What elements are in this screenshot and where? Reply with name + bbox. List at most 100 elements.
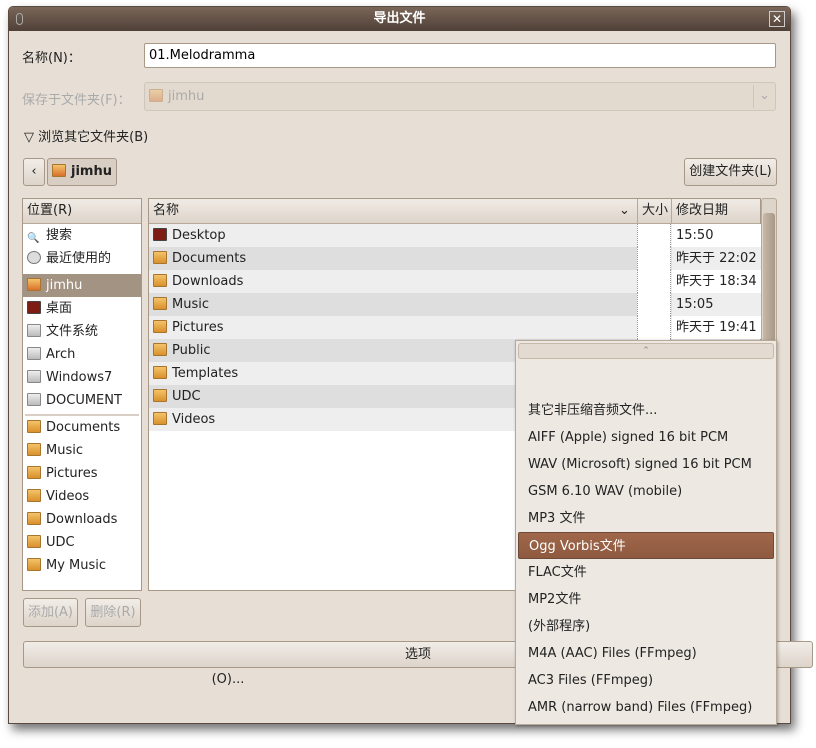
format-menu-item[interactable]: AMR (narrow band) Files (FFmpeg): [518, 694, 774, 721]
file-list-header: 名称 ⌄ 大小 修改日期: [149, 199, 760, 224]
format-menu-item[interactable]: MP2文件: [518, 586, 774, 613]
create-folder-button[interactable]: 创建文件夹(L): [684, 158, 777, 186]
folder-icon: [27, 466, 41, 479]
triangle-down-icon: ▽: [24, 130, 34, 145]
folder-icon: [27, 443, 41, 456]
format-menu-item[interactable]: GSM 6.10 WAV (mobile): [518, 478, 774, 505]
item-label: Arch: [46, 347, 76, 362]
bookmark-item[interactable]: Videos: [23, 485, 141, 508]
browse-label: 浏览其它文件夹(B): [38, 130, 149, 145]
file-modified: 15:05: [672, 293, 762, 316]
window-title: 导出文件: [373, 11, 426, 26]
path-label: jimhu: [71, 164, 112, 179]
drive-icon: [27, 370, 41, 383]
bookmark-item[interactable]: Pictures: [23, 462, 141, 485]
item-label: Pictures: [46, 466, 98, 481]
bookmark-item[interactable]: Music: [23, 439, 141, 462]
column-size[interactable]: 大小: [637, 199, 668, 223]
bookmark-item[interactable]: Documents: [23, 416, 141, 439]
folder-icon: [27, 535, 41, 548]
format-menu-item[interactable]: WAV (Microsoft) signed 16 bit PCM: [518, 451, 774, 478]
folder-icon: [153, 251, 167, 264]
name-label: 名称(N)：: [22, 51, 81, 66]
item-label: Pictures: [172, 320, 224, 335]
file-row[interactable]: Desktop 15:50: [149, 224, 762, 247]
path-button-jimhu[interactable]: jimhu: [47, 158, 117, 186]
file-size: [637, 293, 671, 316]
item-label: Desktop: [172, 228, 226, 243]
format-menu-item[interactable]: MP3 文件: [518, 505, 774, 532]
file-size: [637, 247, 671, 270]
places-item[interactable]: DOCUMENT: [23, 389, 141, 412]
format-menu: ⌃ 其它非压缩音频文件... AIFF (Apple) signed 16 bit…: [515, 340, 777, 725]
file-row[interactable]: Documents 昨天于 22:02: [149, 247, 762, 270]
format-menu-item[interactable]: AIFF (Apple) signed 16 bit PCM: [518, 424, 774, 451]
desktop-icon: [153, 228, 167, 241]
window-menu-icon[interactable]: [16, 13, 23, 25]
folder-icon: [27, 420, 41, 433]
scrollbar-thumb[interactable]: [763, 213, 775, 343]
item-label: Documents: [172, 251, 247, 266]
item-label: Videos: [46, 489, 90, 504]
item-label: Downloads: [46, 512, 118, 527]
format-menu-item[interactable]: Ogg Vorbis文件: [518, 532, 774, 559]
format-menu-item[interactable]: (外部程序): [518, 613, 774, 640]
home-folder-icon: [52, 164, 66, 177]
item-label: Downloads: [172, 274, 244, 289]
item-label: Public: [172, 343, 211, 358]
places-item[interactable]: Windows7: [23, 366, 141, 389]
item-label: UDC: [172, 389, 201, 404]
add-button[interactable]: 添加(A): [23, 598, 78, 627]
file-row[interactable]: Downloads 昨天于 18:34: [149, 270, 762, 293]
remove-button[interactable]: 删除(R): [85, 598, 141, 627]
file-row[interactable]: Pictures 昨天于 19:41: [149, 316, 762, 339]
item-label: 桌面: [46, 301, 73, 316]
item-label: DOCUMENT: [46, 393, 122, 408]
name-input[interactable]: [144, 43, 776, 68]
item-label: Documents: [46, 420, 121, 435]
places-header: 位置(R): [23, 199, 141, 224]
file-size: [637, 224, 671, 247]
places-pane: 位置(R) 🔍 搜索最近使用的 jimhu 桌面文件系统 Arch Windows7 DOC…: [22, 198, 142, 591]
home-folder-icon: [149, 89, 163, 102]
places-item[interactable]: jimhu: [23, 274, 141, 297]
drive-icon: [27, 347, 41, 360]
folder-label: 保存于文件夹(F)：: [22, 93, 131, 108]
drive-icon: [27, 393, 41, 406]
close-button[interactable]: ✕: [769, 11, 785, 27]
drive-icon: [27, 324, 41, 337]
format-menu-item[interactable]: 其它非压缩音频文件...: [518, 397, 774, 424]
desktop-icon: [27, 301, 41, 314]
item-label: 最近使用的: [46, 251, 112, 266]
bookmark-item[interactable]: My Music: [23, 554, 141, 577]
places-item[interactable]: 🔍 搜索: [23, 224, 141, 247]
menu-scroll-up-arrow[interactable]: ⌃: [518, 343, 774, 359]
chevron-left-icon: ‹: [31, 164, 37, 179]
home-folder-icon: [27, 278, 41, 291]
item-label: Templates: [172, 366, 239, 381]
clock-icon: [27, 251, 41, 264]
file-row[interactable]: Music 15:05: [149, 293, 762, 316]
places-item[interactable]: 桌面: [23, 297, 141, 320]
file-size: [637, 316, 671, 339]
item-label: Windows7: [46, 370, 113, 385]
column-modified[interactable]: 修改日期: [671, 199, 728, 223]
places-item[interactable]: 最近使用的: [23, 247, 141, 270]
folder-icon: [153, 274, 167, 287]
format-menu-item[interactable]: FLAC文件: [518, 559, 774, 586]
folder-combo[interactable]: jimhu ⌄: [144, 82, 776, 111]
folder-icon: [153, 320, 167, 333]
folder-icon: [27, 489, 41, 502]
format-menu-item[interactable]: AC3 Files (FFmpeg): [518, 667, 774, 694]
bookmark-item[interactable]: UDC: [23, 531, 141, 554]
chevron-down-icon: ⌄: [753, 85, 775, 108]
places-item[interactable]: 文件系统: [23, 320, 141, 343]
places-item[interactable]: Arch: [23, 343, 141, 366]
format-menu-item[interactable]: M4A (AAC) Files (FFmpeg): [518, 640, 774, 667]
item-label: Music: [46, 443, 83, 458]
column-name[interactable]: 名称: [153, 203, 179, 218]
bookmark-item[interactable]: Downloads: [23, 508, 141, 531]
path-back-button[interactable]: ‹: [23, 158, 45, 186]
browse-expander[interactable]: ▽ 浏览其它文件夹(B): [24, 126, 148, 145]
folder-icon: [27, 558, 41, 571]
